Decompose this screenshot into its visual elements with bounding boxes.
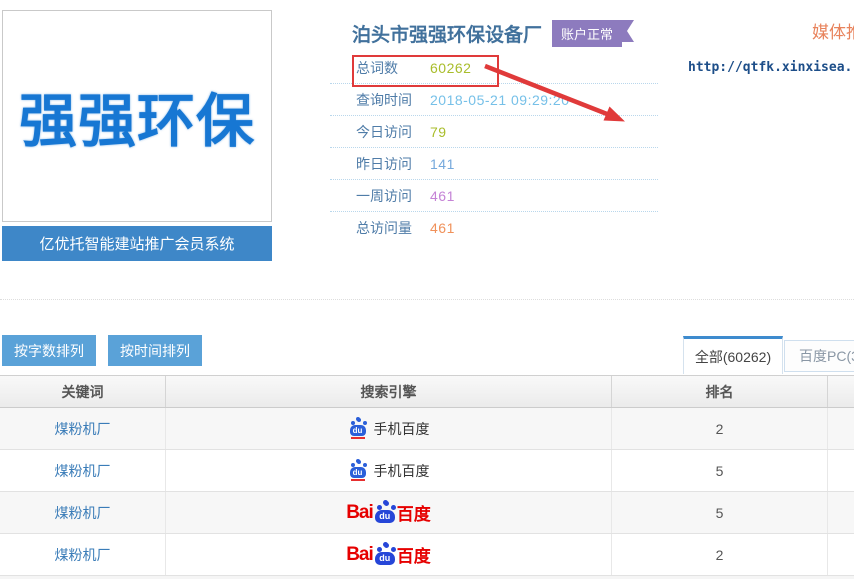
extra-cell xyxy=(828,408,854,449)
baidu-logo-prefix: Bai xyxy=(346,502,373,524)
badge-ribbon-tail-icon xyxy=(621,20,634,42)
stat-value: 79 xyxy=(430,124,447,140)
tab-all-keywords[interactable]: 全部(60262) xyxy=(683,336,783,374)
stat-row: 总访问量461 xyxy=(330,212,658,244)
engine-label: 手机百度 xyxy=(374,461,430,481)
baidu-du-icon: du xyxy=(375,510,395,523)
header-extra xyxy=(828,376,854,407)
stat-value: 60262 xyxy=(430,60,471,76)
keyword-cell[interactable]: 煤粉机厂 xyxy=(0,408,166,449)
engine-cell: Bai du 百度 xyxy=(166,492,612,533)
engine-label: 手机百度 xyxy=(374,419,430,439)
keyword-cell[interactable]: 煤粉机厂 xyxy=(0,450,166,491)
stat-row: 总词数60262 xyxy=(330,52,658,84)
table-header-row: 关键词 搜索引擎 排名 xyxy=(0,375,854,408)
baidu-pc-logo: Bai du 百度 xyxy=(346,542,431,567)
mobile-baidu-icon: du xyxy=(348,459,368,482)
extra-cell xyxy=(828,492,854,533)
baidu-paw-icon: du xyxy=(374,543,396,567)
table-row: 煤粉机厂 Bai du 百度 5 xyxy=(0,492,854,534)
stat-value: 141 xyxy=(430,156,455,172)
paw-toes-icon xyxy=(384,501,389,506)
stat-label: 总词数 xyxy=(356,58,430,78)
header-rank: 排名 xyxy=(612,376,828,407)
header-engine: 搜索引擎 xyxy=(166,376,612,407)
account-title-row: 泊头市强强环保设备厂 账户正常 xyxy=(352,20,622,47)
table-row: 煤粉机厂 du 手机百度 5 xyxy=(0,450,854,492)
rank-cell: 5 xyxy=(612,450,828,491)
stat-label: 今日访问 xyxy=(356,122,430,142)
extra-cell xyxy=(828,450,854,491)
stat-label: 昨日访问 xyxy=(356,154,430,174)
sort-button-group: 按字数排列 按时间排列 xyxy=(2,335,202,366)
media-section-heading: 媒体推 xyxy=(812,18,854,43)
rank-cell: 5 xyxy=(612,492,828,533)
baidu-logo-prefix: Bai xyxy=(346,544,373,566)
engine-cell: Bai du 百度 xyxy=(166,534,612,575)
mobile-baidu-engine: du 手机百度 xyxy=(348,417,430,440)
rank-cell: 2 xyxy=(612,408,828,449)
mobile-baidu-icon: du xyxy=(348,417,368,440)
page: 强强环保 亿优托智能建站推广会员系统 泊头市强强环保设备厂 账户正常 总词数60… xyxy=(0,0,854,579)
baidu-du-icon: du xyxy=(350,425,366,436)
company-logo-box: 强强环保 xyxy=(2,10,272,222)
stat-value: 461 xyxy=(430,188,455,204)
tab-baidu-pc[interactable]: 百度PC(30 xyxy=(784,340,854,372)
account-title: 泊头市强强环保设备厂 xyxy=(352,20,542,47)
keyword-cell[interactable]: 煤粉机厂 xyxy=(0,534,166,575)
baidu-underline-icon xyxy=(351,437,365,439)
paw-toes-icon xyxy=(357,418,361,422)
stat-value: 2018-05-21 09:29:20 xyxy=(430,92,570,108)
baidu-pc-logo: Bai du 百度 xyxy=(346,500,431,525)
section-divider xyxy=(0,299,854,300)
company-logo-text: 强强环保 xyxy=(19,74,255,158)
baidu-underline-icon xyxy=(351,479,365,481)
paw-toes-icon xyxy=(384,543,389,548)
stat-row: 一周访问461 xyxy=(330,180,658,212)
stat-label: 一周访问 xyxy=(356,186,430,206)
stat-value: 461 xyxy=(430,220,455,236)
stat-label: 查询时间 xyxy=(356,90,430,110)
baidu-logo-suffix: 百度 xyxy=(397,542,431,567)
keyword-cell[interactable]: 煤粉机厂 xyxy=(0,492,166,533)
paw-toes-icon xyxy=(357,460,361,464)
account-status-badge: 账户正常 xyxy=(552,20,622,47)
baidu-paw-icon: du xyxy=(374,501,396,525)
sort-by-words-button[interactable]: 按字数排列 xyxy=(2,335,96,366)
baidu-logo-suffix: 百度 xyxy=(397,500,431,525)
baidu-du-icon: du xyxy=(350,467,366,478)
baidu-du-icon: du xyxy=(375,552,395,565)
system-banner: 亿优托智能建站推广会员系统 xyxy=(2,226,272,261)
stat-row: 查询时间2018-05-21 09:29:20 xyxy=(330,84,658,116)
keyword-rank-table: 关键词 搜索引擎 排名 煤粉机厂 du 手机百度 2煤粉机厂 du 手机百 xyxy=(0,375,854,579)
sort-by-time-button[interactable]: 按时间排列 xyxy=(108,335,202,366)
table-body: 煤粉机厂 du 手机百度 2煤粉机厂 du 手机百度 5煤粉机厂 Bai xyxy=(0,408,854,576)
stat-label: 总访问量 xyxy=(356,218,430,238)
account-status-label: 账户正常 xyxy=(561,27,613,42)
engine-cell: du 手机百度 xyxy=(166,408,612,449)
engine-cell: du 手机百度 xyxy=(166,450,612,491)
table-row: 煤粉机厂 du 手机百度 2 xyxy=(0,408,854,450)
rank-cell: 2 xyxy=(612,534,828,575)
table-row: 煤粉机厂 Bai du 百度 2 xyxy=(0,534,854,576)
stat-row: 昨日访问141 xyxy=(330,148,658,180)
extra-cell xyxy=(828,534,854,575)
header-keyword: 关键词 xyxy=(0,376,166,407)
site-url-link[interactable]: http://qtfk.xinxisea. xyxy=(688,60,852,75)
mobile-baidu-engine: du 手机百度 xyxy=(348,459,430,482)
account-stats-list: 总词数60262查询时间2018-05-21 09:29:20今日访问79昨日访… xyxy=(330,52,658,244)
stat-row: 今日访问79 xyxy=(330,116,658,148)
